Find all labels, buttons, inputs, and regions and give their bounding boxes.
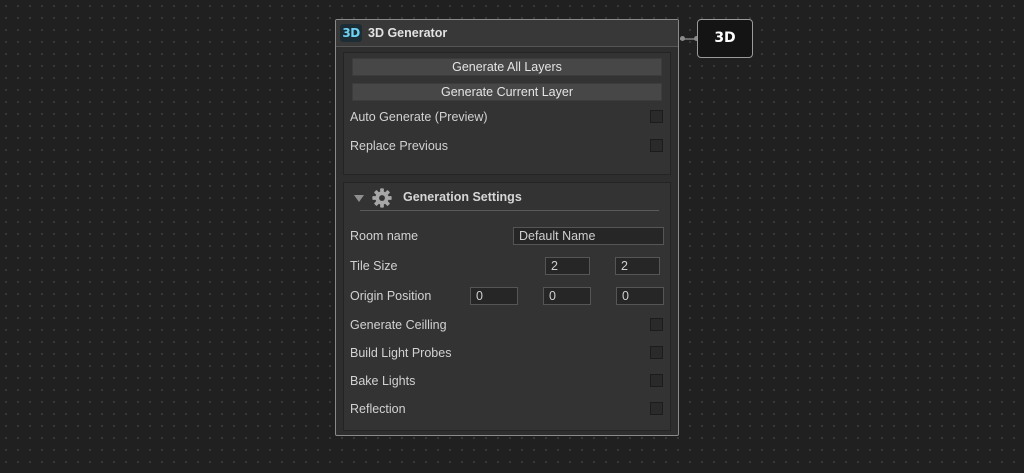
reflection-label: Reflection — [350, 402, 406, 416]
generate-ceiling-checkbox[interactable] — [650, 318, 663, 331]
header-divider — [336, 46, 678, 47]
tile-size-label: Tile Size — [350, 259, 398, 273]
bake-lights-label: Bake Lights — [350, 374, 416, 388]
origin-position-label: Origin Position — [350, 289, 432, 303]
3d-output-node[interactable]: 3D — [697, 19, 753, 58]
tile-size-y-input[interactable]: 2 — [615, 257, 660, 275]
generate-ceiling-label: Generate Ceilling — [350, 318, 447, 332]
section-divider — [360, 210, 659, 211]
room-name-label: Room name — [350, 229, 419, 243]
auto-generate-checkbox[interactable] — [650, 110, 663, 123]
generation-settings-title: Generation Settings — [403, 190, 522, 204]
generation-settings-header[interactable]: Generation Settings — [344, 183, 670, 213]
node-header[interactable]: 3D 3D Generator — [336, 20, 678, 47]
origin-x-input[interactable]: 0 — [470, 287, 518, 305]
node-title: 3D Generator — [368, 26, 448, 40]
output-port[interactable] — [680, 36, 685, 41]
generate-panel: Generate All Layers Generate Current Lay… — [343, 52, 671, 175]
replace-previous-checkbox[interactable] — [650, 139, 663, 152]
gear-icon — [372, 188, 392, 208]
generator-node[interactable]: 3D 3D Generator Generate All Layers Gene… — [335, 19, 679, 436]
origin-y-input[interactable]: 0 — [543, 287, 591, 305]
generate-all-layers-button[interactable]: Generate All Layers — [352, 58, 662, 76]
generation-settings-panel: Generation Settings Room name Default Na… — [343, 182, 671, 431]
reflection-checkbox[interactable] — [650, 402, 663, 415]
auto-generate-label: Auto Generate (Preview) — [350, 110, 488, 124]
generate-current-layer-button[interactable]: Generate Current Layer — [352, 83, 662, 101]
collapse-triangle-icon[interactable] — [354, 195, 364, 202]
3d-icon: 3D — [340, 24, 362, 42]
room-name-input[interactable]: Default Name — [513, 227, 664, 245]
replace-previous-label: Replace Previous — [350, 139, 448, 153]
build-light-probes-checkbox[interactable] — [650, 346, 663, 359]
tile-size-x-input[interactable]: 2 — [545, 257, 590, 275]
build-light-probes-label: Build Light Probes — [350, 346, 452, 360]
bake-lights-checkbox[interactable] — [650, 374, 663, 387]
origin-z-input[interactable]: 0 — [616, 287, 664, 305]
